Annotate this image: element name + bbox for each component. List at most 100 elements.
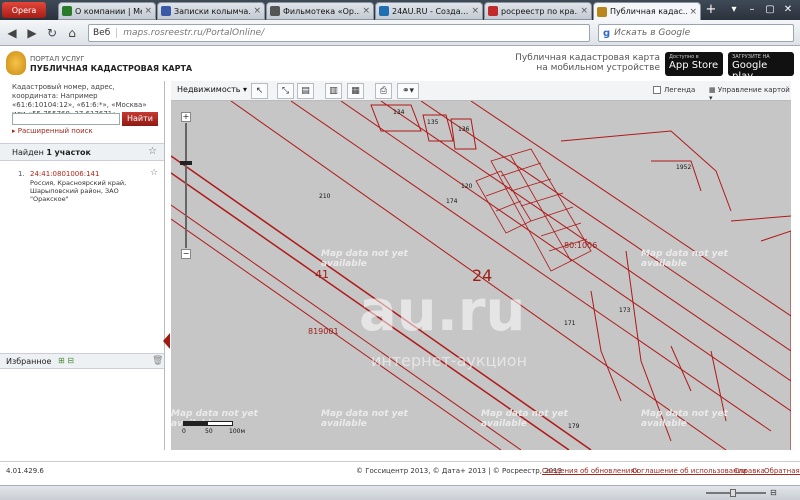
new-tab-button[interactable]: + (704, 2, 718, 18)
print-icon[interactable]: ⎙ (375, 83, 392, 99)
select-area-icon[interactable]: ▦ (347, 83, 364, 99)
scale-label: 0 (182, 428, 186, 435)
feedback-link[interactable]: Обратная связь (764, 467, 800, 475)
browser-tab-2[interactable]: Записки колымча... × (157, 2, 265, 20)
close-window-icon[interactable]: ✕ (780, 3, 796, 17)
no-data-message: Map data not yet available (321, 409, 408, 429)
legend-checkbox[interactable] (653, 86, 661, 94)
close-icon[interactable]: × (689, 7, 697, 17)
zoom-in-button[interactable]: + (181, 112, 191, 122)
help-link[interactable]: Справка (734, 467, 765, 475)
parcel-label: 210 (319, 193, 331, 200)
management-label: Управление картой (717, 86, 790, 94)
maximize-icon[interactable]: ▢ (762, 3, 778, 17)
no-data-message: Map data not yet available (641, 409, 728, 429)
advanced-search-link[interactable]: ▸ Расширенный поиск (12, 127, 93, 135)
map-management-dropdown[interactable]: ▦ Управление картой ▾ (709, 86, 791, 102)
browser-tab-4[interactable]: 24AU.RU - Созда... × (375, 2, 483, 20)
star-icon[interactable]: ☆ (148, 146, 157, 157)
browser-tab-5[interactable]: росреестр по кра... × (484, 2, 592, 20)
tab-favicon-icon (62, 6, 72, 16)
watermark: au.ru (359, 279, 526, 344)
tab-favicon-icon (597, 6, 607, 17)
browser-tab-6[interactable]: Публичная кадас... × (593, 2, 701, 21)
copyright-text: © Госсицентр 2013, © Дата+ 2013 | © Роср… (356, 467, 563, 475)
parcel-label: 1952 (676, 164, 692, 171)
url-text: maps.rosreestr.ru/PortalOnline/ (123, 28, 265, 38)
collapse-sidebar-icon[interactable] (163, 333, 170, 349)
googleplay-button[interactable]: ЗАГРУЗИТЕ НА Google play (728, 52, 794, 82)
no-data-message: Map data not yet available (171, 409, 258, 429)
star-icon[interactable]: ☆ (150, 168, 158, 178)
layer-select[interactable]: Недвижимость ▾ (177, 85, 247, 94)
tab-favicon-icon (270, 6, 280, 16)
results-count: Найден 1 участок (12, 148, 91, 157)
page-zoom-slider[interactable] (706, 492, 766, 494)
quarter-label: 80:1006 (564, 241, 598, 250)
web-label: Веб (93, 28, 118, 38)
url-field[interactable]: Веб maps.rosreestr.ru/PortalOnline/ (88, 24, 590, 42)
zoom-out-button[interactable]: − (181, 249, 191, 259)
google-icon: g (603, 27, 611, 39)
emblem-icon (6, 51, 26, 75)
close-icon[interactable]: × (253, 6, 261, 16)
zoom-slider-knob[interactable] (180, 161, 192, 165)
parcel-label: 174 (446, 198, 458, 205)
building-icon[interactable]: ▤ (297, 83, 314, 99)
result-link[interactable]: 24:41:0801006:141 (30, 170, 99, 178)
tab-label: росреестр по кра... (501, 6, 579, 16)
trash-icon[interactable]: 🗑 (152, 356, 163, 366)
measure-icon[interactable]: ⤡ (277, 83, 294, 99)
portal-header: ПОРТАЛ УСЛУГ ПУБЛИЧНАЯ КАДАСТРОВАЯ КАРТА… (0, 47, 800, 82)
close-icon[interactable]: × (362, 6, 370, 16)
back-icon[interactable]: ◀ (4, 25, 20, 41)
search-button[interactable]: Найти (122, 112, 158, 126)
address-bar: ◀ ▶ ↻ ⌂ Веб maps.rosreestr.ru/PortalOnli… (0, 20, 800, 46)
parcel-label: 173 (619, 307, 631, 314)
page-zoom-knob[interactable] (730, 489, 736, 497)
cadastral-search-input[interactable] (12, 113, 120, 125)
tab-favicon-icon (379, 6, 389, 16)
close-icon[interactable]: × (471, 6, 479, 16)
chart-icon[interactable]: ▥ (325, 83, 342, 99)
parcel-label: 179 (568, 423, 580, 430)
tab-label: 24AU.RU - Созда... (392, 6, 469, 16)
map-canvas[interactable]: Map data not yet available Map data not … (171, 101, 791, 450)
fit-icon[interactable]: ⊟ (770, 488, 777, 497)
parcel-label: 135 (427, 119, 439, 126)
parcel-label: 134 (393, 109, 405, 116)
browser-tab-3[interactable]: Фильмотека «Ор... × (266, 2, 374, 20)
updates-link[interactable]: Сведения об обновлениях (542, 467, 639, 475)
found-prefix: Найден (12, 148, 44, 157)
favorites-add-icon[interactable]: ⊞ ⊟ (58, 356, 74, 365)
home-icon[interactable]: ⌂ (64, 25, 80, 41)
link-icon[interactable]: ⚭▾ (397, 83, 419, 99)
gplay-big: Google play (732, 60, 768, 82)
zoom-slider[interactable] (185, 123, 187, 248)
quarter-label: 819001 (308, 327, 339, 336)
tab-bar: Opera О компании | Ме... × Записки колым… (0, 0, 800, 21)
forward-icon[interactable]: ▶ (24, 25, 40, 41)
parcel-label: 136 (458, 126, 470, 133)
minimize-icon[interactable]: – (744, 3, 760, 17)
appstore-button[interactable]: Доступно в App Store (665, 52, 723, 76)
mobile-promo: Публичная кадастровая карта на мобильном… (510, 53, 660, 73)
map-toolbar: Недвижимость ▾ ↖ ⤡ ▤ ▥ ▦ ⎙ ⚭▾ Легенда ▦ … (171, 81, 791, 102)
advanced-search-label: Расширенный поиск (17, 127, 93, 135)
browser-tab-1[interactable]: О компании | Ме... × (58, 2, 156, 20)
parcel-label: 171 (564, 320, 576, 327)
search-input[interactable]: g Искать в Google (598, 24, 794, 42)
result-address: Россия, Красноярский край, Шарыповский р… (30, 179, 127, 203)
found-count: 1 (46, 148, 52, 157)
search-placeholder: Искать в Google (614, 28, 691, 38)
tab-favicon-icon (488, 6, 498, 16)
close-icon[interactable]: × (580, 6, 588, 16)
tab-list-icon[interactable]: ▾ (726, 3, 742, 17)
portal-title[interactable]: ПУБЛИЧНАЯ КАДАСТРОВАЯ КАРТА (30, 64, 192, 73)
terms-link[interactable]: Соглашение об использовании (632, 467, 747, 475)
opera-menu-button[interactable]: Opera (2, 2, 46, 18)
identify-icon[interactable]: ↖ (251, 83, 268, 99)
close-icon[interactable]: × (144, 6, 152, 16)
mobile-promo-line2: на мобильном устройстве (536, 63, 660, 73)
reload-icon[interactable]: ↻ (44, 25, 60, 41)
